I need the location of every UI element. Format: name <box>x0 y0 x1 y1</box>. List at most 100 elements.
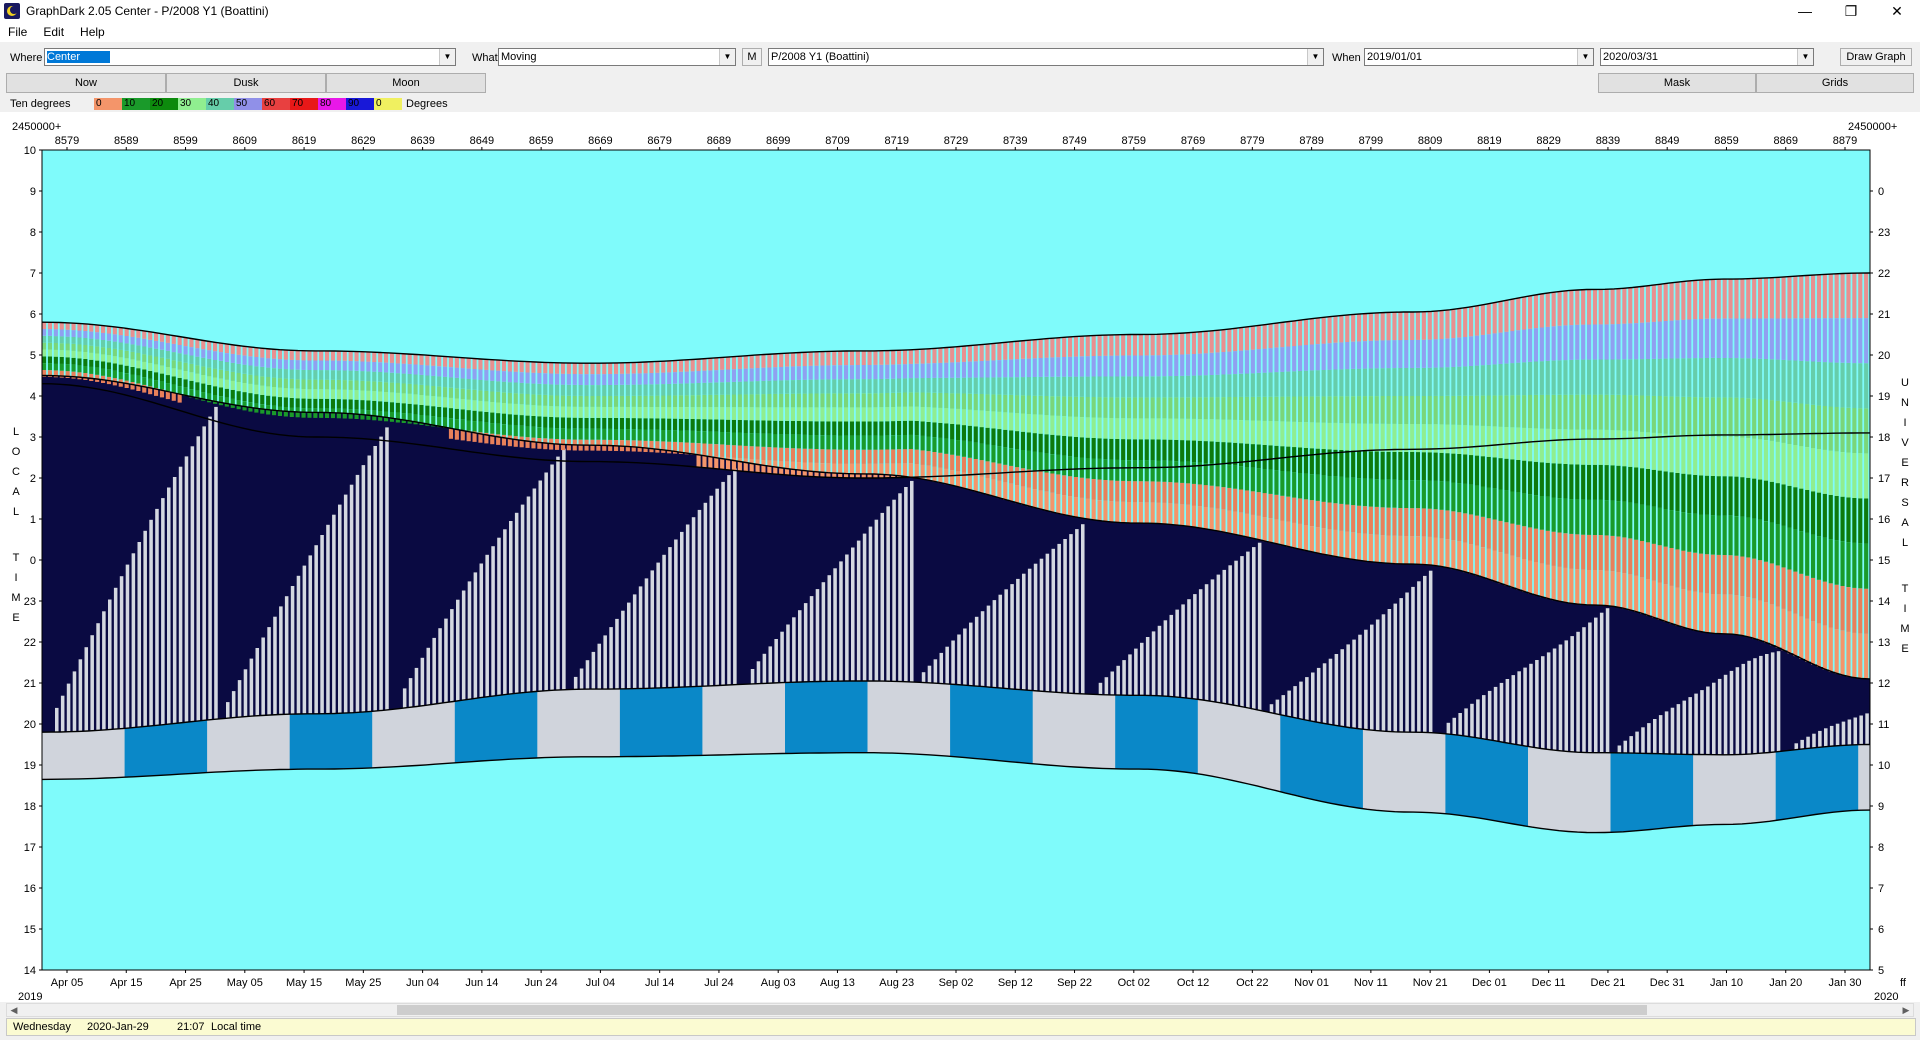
altitude-bar <box>1062 416 1067 436</box>
altitude-bar <box>89 366 94 374</box>
altitude-bar <box>761 407 766 421</box>
twilight-bar <box>614 689 621 757</box>
altitude-bar <box>1510 555 1515 588</box>
altitude-bar <box>631 407 636 419</box>
altitude-bar <box>873 435 878 450</box>
moonlight-bar <box>1552 648 1557 751</box>
menu-help[interactable]: Help <box>72 25 113 39</box>
altitude-bar <box>696 359 701 371</box>
altitude-bar <box>897 449 902 464</box>
altitude-bar <box>419 385 424 395</box>
moonlight-bar <box>78 659 83 732</box>
altitude-bar <box>773 407 778 421</box>
altitude-bar <box>655 407 660 419</box>
altitude-bar <box>1551 429 1556 464</box>
altitude-bar <box>525 426 530 438</box>
altitude-bar <box>891 421 896 436</box>
altitude-bar <box>849 435 855 450</box>
moonlight-bar <box>113 587 118 730</box>
altitude-bar <box>578 406 583 418</box>
horizontal-scrollbar[interactable]: ◀ ▶ <box>6 1003 1914 1017</box>
close-icon[interactable]: ✕ <box>1874 0 1920 22</box>
altitude-bar <box>1504 300 1509 332</box>
altitude-bar <box>1864 363 1869 409</box>
chevron-down-icon[interactable]: ▼ <box>719 49 735 65</box>
from-date-select[interactable]: 2019/01/01 ▼ <box>1364 48 1594 66</box>
moon-button[interactable]: Moon <box>326 73 486 93</box>
scroll-right-icon[interactable]: ▶ <box>1899 1004 1913 1016</box>
restore-icon[interactable]: ❐ <box>1828 0 1874 22</box>
mask-button[interactable]: Mask <box>1598 73 1756 93</box>
altitude-bar <box>873 379 878 394</box>
chevron-down-icon[interactable]: ▼ <box>1797 49 1813 65</box>
altitude-bar <box>1622 501 1627 538</box>
altitude-bar <box>1357 368 1362 397</box>
altitude-bar <box>1109 376 1114 398</box>
menu-edit[interactable]: Edit <box>35 25 72 39</box>
m-button[interactable]: M <box>742 48 762 66</box>
altitude-bar <box>808 435 813 449</box>
twilight-bar <box>938 683 945 756</box>
to-date-select[interactable]: 2020/03/31 ▼ <box>1600 48 1814 66</box>
minimize-icon[interactable]: — <box>1782 0 1828 22</box>
grids-button[interactable]: Grids <box>1756 73 1914 93</box>
altitude-bar <box>218 343 224 353</box>
altitude-bar <box>1480 334 1485 366</box>
altitude-bar <box>1539 563 1544 598</box>
chevron-down-icon[interactable]: ▼ <box>439 49 455 65</box>
menu-file[interactable]: File <box>0 25 35 39</box>
twilight-bar <box>802 681 809 754</box>
altitude-bar <box>65 343 70 351</box>
altitude-bar <box>230 362 235 372</box>
altitude-bar <box>1746 438 1751 478</box>
twilight-bar <box>1498 741 1505 822</box>
twilight-bar <box>1162 696 1169 770</box>
altitude-bar <box>767 394 772 408</box>
altitude-bar <box>1227 465 1232 488</box>
altitude-bar <box>1864 543 1869 589</box>
altitude-bar <box>1811 577 1816 622</box>
altitude-bar <box>1793 487 1798 530</box>
chevron-down-icon[interactable]: ▼ <box>1307 49 1323 65</box>
dusk-button[interactable]: Dusk <box>166 73 326 93</box>
what-select[interactable]: Moving ▼ <box>498 48 736 66</box>
altitude-bar <box>1645 579 1651 616</box>
altitude-bar <box>1834 584 1839 630</box>
scroll-thumb[interactable] <box>397 1005 1647 1015</box>
altitude-bar <box>1150 334 1155 356</box>
altitude-bar <box>1557 429 1562 464</box>
altitude-bar <box>1669 510 1674 548</box>
altitude-bar <box>1156 334 1161 356</box>
draw-graph-button[interactable]: Draw Graph <box>1840 48 1912 66</box>
altitude-bar <box>1657 582 1662 620</box>
where-select[interactable]: Center ▼ <box>44 48 456 66</box>
twilight-bar <box>1333 725 1340 805</box>
altitude-bar <box>667 430 672 442</box>
twilight-bar <box>1309 721 1317 800</box>
now-button[interactable]: Now <box>6 73 166 93</box>
altitude-bar <box>1168 333 1173 355</box>
altitude-bar <box>525 361 530 373</box>
x-top-tick-label: 8869 <box>1773 135 1797 147</box>
year-end-label: 2020 <box>1874 991 1898 1002</box>
altitude-bar <box>1663 321 1668 359</box>
x-bottom-tick-label: Dec 01 <box>1472 977 1507 989</box>
altitude-bar <box>773 447 778 461</box>
moonlight-bar <box>627 602 631 689</box>
twilight-bar <box>956 684 963 757</box>
scroll-left-icon[interactable]: ◀ <box>7 1004 21 1016</box>
twilight-bar <box>272 714 279 770</box>
moonlight-bar <box>1812 733 1816 748</box>
altitude-bar <box>401 383 406 394</box>
moonlight-bar <box>184 456 189 723</box>
altitude-bar <box>1309 318 1314 345</box>
altitude-bar <box>1681 358 1686 397</box>
chevron-down-icon[interactable]: ▼ <box>1577 49 1593 65</box>
twilight-bar <box>1256 710 1263 787</box>
altitude-bar <box>466 420 471 431</box>
altitude-bar <box>1864 588 1869 634</box>
altitude-bar <box>1298 498 1303 524</box>
altitude-bar <box>1233 465 1238 489</box>
altitude-bar <box>1009 412 1014 431</box>
object-select[interactable]: P/2008 Y1 (Boattini) ▼ <box>768 48 1324 66</box>
